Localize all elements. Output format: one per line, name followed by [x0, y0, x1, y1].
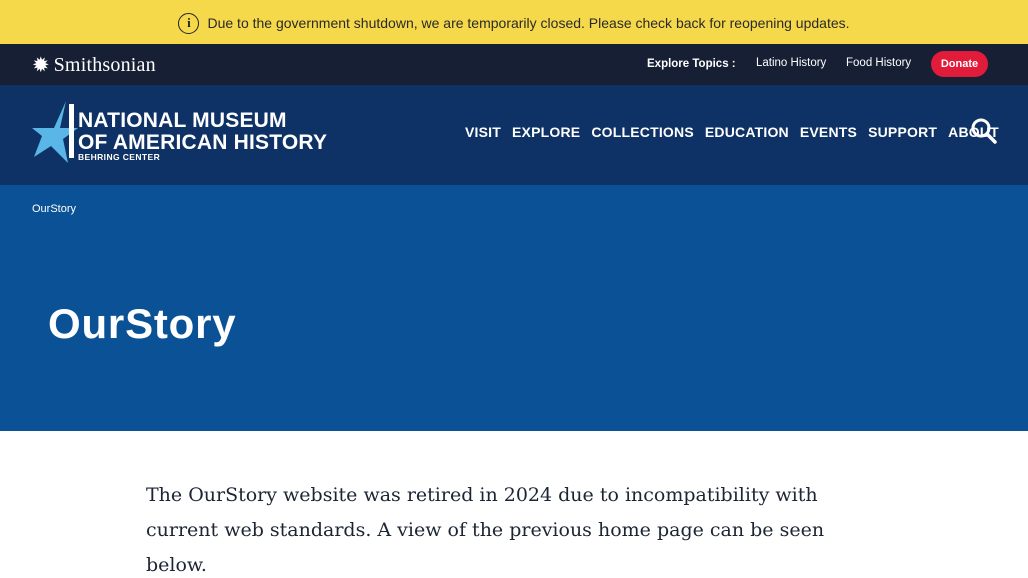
nav-explore[interactable]: EXPLORE: [512, 124, 580, 140]
smithsonian-top-bar: ✹ Smithsonian Explore Topics : Latino Hi…: [0, 44, 1028, 85]
info-circle-icon: i: [178, 12, 200, 34]
logo-line-3: BEHRING CENTER: [78, 152, 161, 162]
sun-icon: ✹: [32, 54, 50, 77]
intro-paragraph: The OurStory website was retired in 2024…: [146, 484, 825, 576]
smithsonian-logo[interactable]: ✹ Smithsonian: [32, 54, 156, 77]
star-logo-icon: [32, 101, 78, 163]
nav-events[interactable]: EVENTS: [800, 124, 857, 140]
nav-support[interactable]: SUPPORT: [868, 124, 937, 140]
topic-link-food-history[interactable]: Food History: [846, 57, 911, 69]
topic-link-latino-history[interactable]: Latino History: [756, 57, 826, 69]
alert-text: Due to the government shutdown, we are t…: [207, 14, 850, 31]
alert-banner: i Due to the government shutdown, we are…: [0, 0, 1028, 44]
breadcrumb[interactable]: OurStory: [32, 203, 76, 215]
logo-line-1: NATIONAL MUSEUM: [78, 109, 287, 132]
donate-button[interactable]: Donate: [931, 51, 988, 77]
smithsonian-wordmark: Smithsonian: [53, 54, 156, 76]
nav-education[interactable]: EDUCATION: [705, 124, 789, 140]
search-icon: [971, 118, 997, 144]
logo-line-2: OF AMERICAN HISTORY: [78, 131, 328, 154]
main-nav: VISIT EXPLORE COLLECTIONS EDUCATION EVEN…: [465, 124, 999, 140]
hero-banner: OurStory OurStory: [0, 185, 1028, 431]
explore-topics-label: Explore Topics :: [647, 58, 736, 70]
museum-header: NATIONAL MUSEUM OF AMERICAN HISTORY BEHR…: [0, 85, 1028, 185]
search-button[interactable]: [970, 117, 998, 145]
nav-visit[interactable]: VISIT: [465, 124, 501, 140]
nav-collections[interactable]: COLLECTIONS: [591, 124, 694, 140]
museum-logo[interactable]: NATIONAL MUSEUM OF AMERICAN HISTORY BEHR…: [32, 101, 327, 163]
page-title: OurStory: [48, 300, 237, 347]
